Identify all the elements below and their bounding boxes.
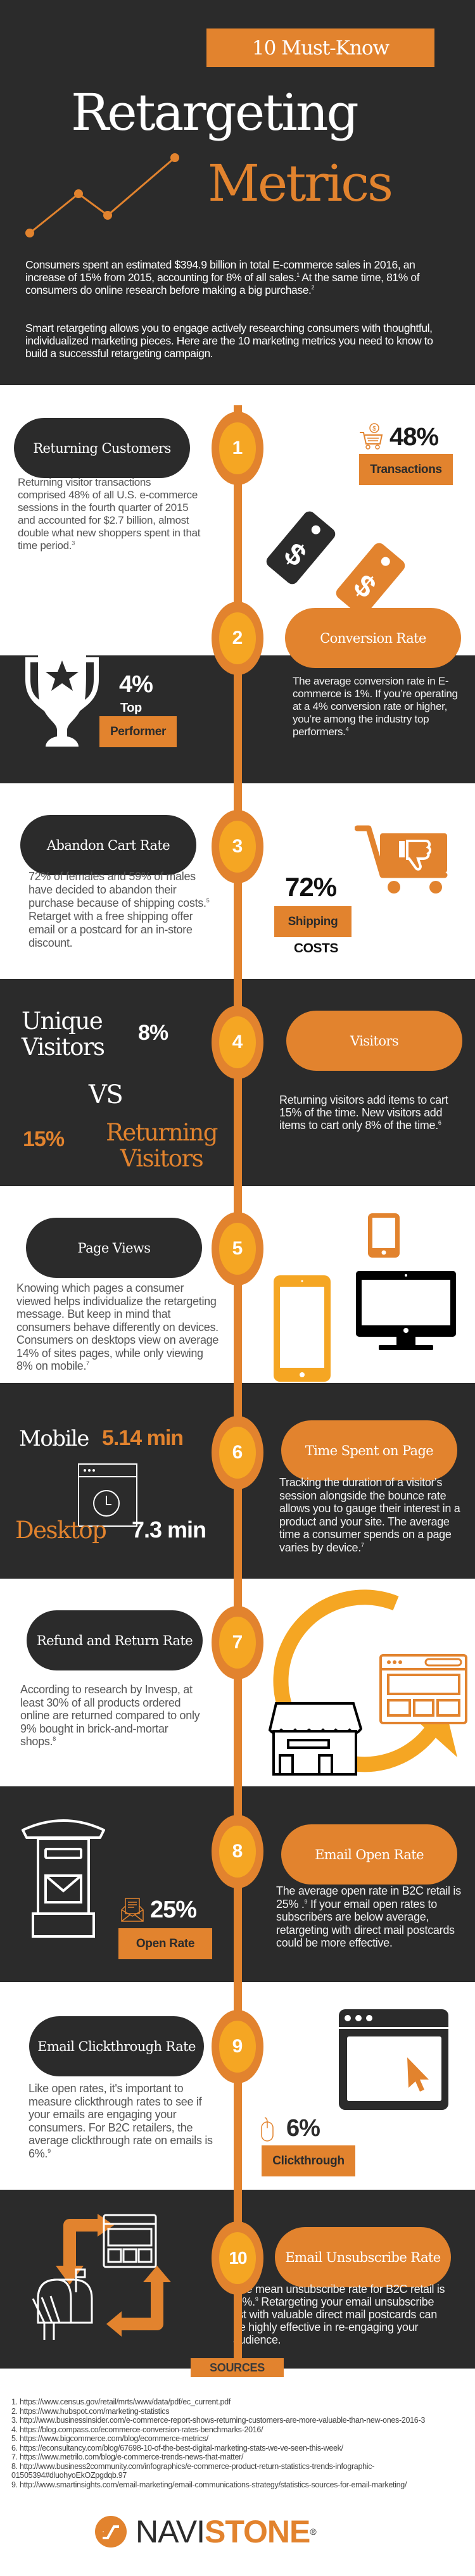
vs-label: VS (89, 1080, 124, 1109)
navistone-logo: NAVI STONE ® (95, 2515, 317, 2548)
metric-3-stat-label: COSTS (294, 941, 338, 956)
unique-visitors-stat: 8% (138, 1021, 168, 1045)
metric-1-stat: 48% (390, 423, 439, 451)
tablet-icon (274, 1275, 331, 1382)
metric-10-number-badge: 10 (212, 2221, 263, 2295)
metric-7-body: According to research by Invesp, at leas… (20, 1683, 200, 1748)
metric-3-title: Abandon Cart Rate (20, 815, 196, 875)
trophy-star-icon (25, 643, 99, 747)
metric-6-body: Tracking the duration of a visitor's ses… (279, 1476, 460, 1554)
metric-2-title: Conversion Rate (285, 608, 461, 668)
smartphone-icon (368, 1213, 400, 1258)
returning-visitors-label: Returning Visitors (106, 1119, 218, 1172)
metric-1-tag: Transactions (359, 454, 453, 485)
metric-9-body: Like open rates, it's important to measu… (28, 2082, 213, 2160)
metric-8-stat: 25% (150, 1897, 197, 1923)
svg-text:$: $ (372, 426, 376, 432)
unique-visitors-label: Unique Visitors (22, 1007, 105, 1061)
navistone-logo-text-part2: STONE (205, 2514, 310, 2549)
metric-7-number-badge: 7 (212, 1606, 263, 1679)
metric-9-tag: Clickthrough (262, 2145, 355, 2176)
metric-4-number-badge: 4 (212, 1006, 263, 1079)
source-item[interactable]: 5. https://www.bigcommerce.com/blog/ecom… (11, 2434, 461, 2444)
postbox-icon (22, 1819, 105, 1938)
metric-8-body: The average open rate in B2C retail is 2… (276, 1885, 461, 1949)
mobile-time-label: Mobile (19, 1426, 89, 1451)
metric-9-stat: 6% (286, 2115, 320, 2142)
store-return-cycle-icon (268, 1589, 467, 1776)
metric-5-title: Page Views (26, 1218, 202, 1278)
metric-4-body: Returning visitors add items to cart 15%… (279, 1094, 448, 1132)
metric-8-number-badge: 8 (212, 1815, 263, 1888)
metric-5-body: Knowing which pages a consumer viewed he… (16, 1282, 219, 1372)
metric-2-tag: Performer (99, 716, 177, 747)
source-item[interactable]: 7. https://www.metrilo.com/blog/e-commer… (11, 2453, 461, 2462)
metric-1-title: Returning Customers (14, 418, 190, 478)
desktop-monitor-icon (356, 1271, 456, 1350)
intro-paragraph-2: Smart retargeting allows you to engage a… (25, 322, 433, 360)
metric-8-title: Email Open Rate (281, 1824, 457, 1885)
computer-mouse-icon (261, 2117, 274, 2142)
source-item[interactable]: 4. https://blog.compass.co/ecommerce-con… (11, 2425, 461, 2435)
page-title-line1: Retargeting (71, 83, 359, 142)
metric-3-number-badge: 3 (212, 810, 263, 883)
price-tag-dark-icon: $ (266, 511, 336, 584)
source-item[interactable]: 8. http://www.business2community.com/inf… (11, 2462, 461, 2480)
sources-list: 1. https://www.census.gov/retail/mrts/ww… (11, 2397, 461, 2489)
browser-cursor-icon (339, 2009, 448, 2110)
navistone-logo-text-part1: NAVI (136, 2514, 205, 2549)
title-badge: 10 Must-Know (206, 28, 434, 67)
metric-1-body: Returning visitor transactions comprised… (18, 476, 201, 552)
metric-1-number-badge: 1 (212, 412, 263, 485)
metric-2-body: The average conversion rate in E-commerc… (293, 675, 458, 738)
metric-4-title: Visitors (286, 1011, 462, 1071)
metric-8-tag: Open Rate (118, 1928, 212, 1959)
metric-2-stat: 4% (119, 671, 153, 698)
envelope-letter-icon (121, 1898, 144, 1922)
sources-heading: SOURCES (210, 2361, 265, 2374)
intro-paragraph-1: Consumers spent an estimated $394.9 bill… (25, 258, 420, 296)
source-item[interactable]: 1. https://www.census.gov/retail/mrts/ww… (11, 2397, 461, 2407)
shopping-cart-dollar-icon: $ (360, 423, 383, 450)
title-badge-text: 10 Must-Know (251, 36, 390, 60)
registered-mark: ® (310, 2527, 317, 2537)
trend-line-icon (25, 153, 179, 237)
source-item[interactable]: 9. http://www.smartinsights.com/email-ma… (11, 2480, 461, 2490)
metric-6-title: Time Spent on Page (281, 1420, 457, 1481)
metric-5-number-badge: 5 (212, 1212, 263, 1285)
source-item[interactable]: 6. https://econsultancy.com/blog/67698-1… (11, 2444, 461, 2453)
page-title-line2: Metrics (208, 154, 393, 213)
metric-6-number-badge: 6 (212, 1416, 263, 1489)
source-item[interactable]: 3. http://www.businessinsider.com/e-comm… (11, 2416, 461, 2425)
metric-3-stat: 72% (285, 872, 337, 902)
metric-10-title: Email Unsubscribe Rate (275, 2227, 451, 2287)
metric-2-stat-label: Top (120, 701, 142, 715)
cart-thumbs-down-icon (355, 825, 448, 893)
metric-3-body: 72% of females and 59% of males have dec… (28, 870, 210, 949)
metric-3-tag: Shipping (274, 906, 352, 937)
metric-9-title: Email Clickthrough Rate (29, 2016, 204, 2076)
metric-7-title: Refund and Return Rate (27, 1610, 203, 1670)
metric-9-number-badge: 9 (212, 2010, 263, 2083)
sources-heading-tab: SOURCES (191, 2358, 284, 2377)
returning-visitors-stat: 15% (23, 1127, 65, 1151)
email-to-mailbox-cycle-icon (32, 2214, 171, 2340)
navistone-logo-mark-icon (95, 2516, 127, 2548)
mobile-time-stat: 5.14 min (102, 1426, 184, 1450)
desktop-time-stat: 7.3 min (132, 1517, 206, 1543)
metric-10-body: The mean unsubscribe rate for B2C retail… (233, 2283, 445, 2346)
metric-2-number-badge: 2 (212, 602, 263, 675)
source-item[interactable]: 2. https://www.hubspot.com/marketing-sta… (11, 2407, 461, 2416)
desktop-time-label: Desktop (15, 1517, 107, 1544)
